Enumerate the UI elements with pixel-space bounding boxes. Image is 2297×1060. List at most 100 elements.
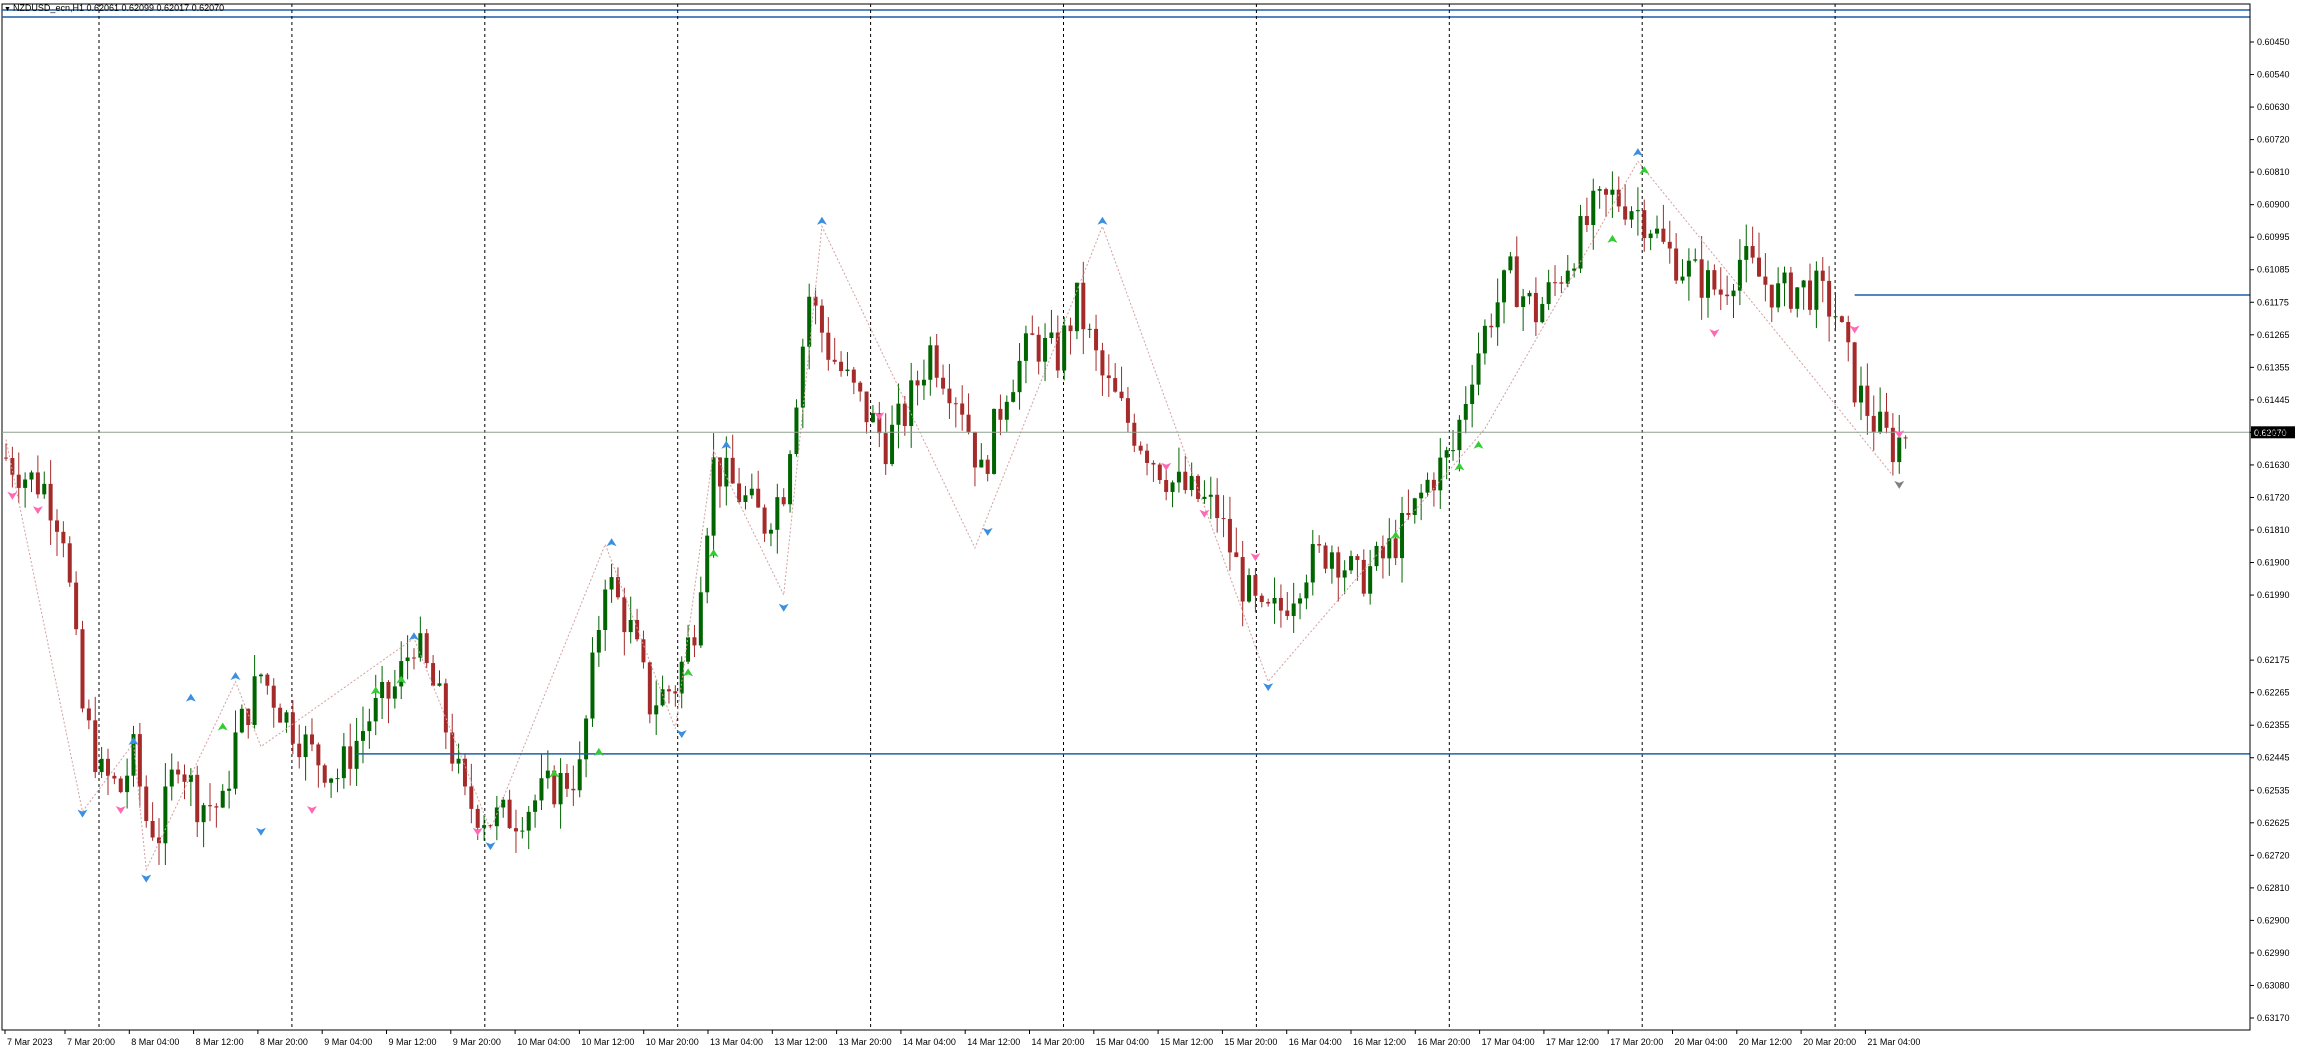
candle-bull <box>1298 598 1303 604</box>
candle-bull <box>405 657 410 662</box>
candle-bear <box>1718 289 1723 295</box>
price-tick-label: 0.62535 <box>2257 785 2290 795</box>
candle-bull <box>1049 332 1054 338</box>
candle-bear <box>118 778 123 793</box>
candle-bear <box>673 691 678 694</box>
price-chart[interactable]: 0.620700.631700.630800.629900.629000.628… <box>0 0 2297 1055</box>
candle-bear <box>717 457 722 487</box>
candle-bear <box>934 345 939 378</box>
dropdown-triangle-icon[interactable]: ▼ <box>4 6 11 13</box>
candle-bull <box>545 770 550 779</box>
price-tick-label: 0.62265 <box>2257 688 2290 698</box>
candle-bull <box>169 769 174 787</box>
candle-bull <box>1176 471 1181 483</box>
candle-bear <box>35 472 40 495</box>
time-tick-label: 8 Mar 12:00 <box>196 1037 244 1047</box>
candle-bear <box>1642 210 1647 239</box>
candle-bull <box>909 380 914 426</box>
candle-bull <box>1502 270 1507 303</box>
candle-bull <box>807 296 812 347</box>
candle-bear <box>1406 512 1411 515</box>
candle-bear <box>1285 610 1290 617</box>
candle-bull <box>1457 419 1462 451</box>
candle-bear <box>851 369 856 383</box>
price-tick-label: 0.62720 <box>2257 850 2290 860</box>
candle-bull <box>654 705 659 715</box>
time-tick-label: 10 Mar 20:00 <box>646 1037 699 1047</box>
price-tick-label: 0.62175 <box>2257 655 2290 665</box>
price-tick-label: 0.63080 <box>2257 980 2290 990</box>
candle-bull <box>539 778 544 801</box>
candle-bear <box>1119 391 1124 399</box>
candle-bear <box>386 682 391 699</box>
candle-bear <box>1890 427 1895 463</box>
time-tick-label: 13 Mar 20:00 <box>839 1037 892 1047</box>
candle-bull <box>437 683 442 686</box>
time-tick-label: 13 Mar 04:00 <box>710 1037 763 1047</box>
candle-bear <box>1215 494 1220 519</box>
candle-bear <box>730 457 735 484</box>
candle-bull <box>1521 296 1526 307</box>
candle-bull <box>1087 328 1092 330</box>
time-tick-label: 9 Mar 04:00 <box>324 1037 372 1047</box>
candle-bull <box>1342 570 1347 578</box>
time-tick-label: 16 Mar 04:00 <box>1289 1037 1342 1047</box>
candle-bull <box>1004 401 1009 420</box>
candle-bull <box>399 661 404 687</box>
candle-bull <box>1686 260 1691 277</box>
candle-bear <box>1839 316 1844 323</box>
candle-bear <box>826 332 831 360</box>
candle-bear <box>1164 480 1169 493</box>
candle-bear <box>1151 462 1156 465</box>
chart-window[interactable]: 0.62070 0.63170 0.63080 0.62990 0.62900 0.628… <box>0 0 2297 1055</box>
candle-bull <box>1693 259 1698 261</box>
candle-bull <box>1591 190 1596 226</box>
candle-bear <box>1380 545 1385 559</box>
candle-bear <box>756 488 761 508</box>
time-tick-label: 9 Mar 12:00 <box>389 1037 437 1047</box>
candle-bull <box>1495 302 1500 328</box>
candle-bull <box>354 740 359 769</box>
candle-bear <box>348 746 353 769</box>
candle-bull <box>1463 403 1468 420</box>
price-tick-label: 0.62810 <box>2257 883 2290 893</box>
candle-bear <box>1125 398 1130 423</box>
candle-bull <box>1897 437 1902 463</box>
candle-bear <box>1106 375 1111 379</box>
price-tick-label: 0.61085 <box>2257 265 2290 275</box>
candle-bull <box>1546 282 1551 304</box>
time-tick-label: 15 Mar 20:00 <box>1224 1037 1277 1047</box>
time-tick-label: 16 Mar 20:00 <box>1417 1037 1470 1047</box>
price-tick-label: 0.62445 <box>2257 753 2290 763</box>
candle-bear <box>1081 282 1086 330</box>
candle-bull <box>743 495 748 502</box>
time-tick-label: 20 Mar 20:00 <box>1803 1037 1856 1047</box>
candle-bull <box>1878 411 1883 432</box>
candle-bear <box>1196 475 1201 499</box>
candle-bear <box>1259 595 1264 602</box>
candle-bear <box>67 543 72 583</box>
candle-bull <box>163 786 168 844</box>
price-tick-label: 0.61900 <box>2257 558 2290 568</box>
candle-bear <box>1094 328 1099 351</box>
candle-bear <box>998 408 1003 420</box>
candle-bear <box>1788 272 1793 309</box>
candle-bear <box>781 497 786 505</box>
price-tick-label: 0.60995 <box>2257 232 2290 242</box>
candle-bull <box>1329 552 1334 569</box>
time-tick-label: 21 Mar 04:00 <box>1867 1037 1920 1047</box>
candle-bear <box>819 305 824 333</box>
time-tick-label: 13 Mar 12:00 <box>774 1037 827 1047</box>
candle-bear <box>1533 292 1538 323</box>
candle-bull <box>870 413 875 423</box>
candle-bear <box>112 775 117 779</box>
candle-bull <box>1833 316 1838 318</box>
candle-bear <box>960 403 965 415</box>
candle-bull <box>1470 384 1475 404</box>
price-tick-label: 0.61810 <box>2257 525 2290 535</box>
candle-bear <box>424 633 429 664</box>
candle-bear <box>265 674 270 686</box>
candle-bear <box>953 403 958 405</box>
candle-bull <box>1731 290 1736 297</box>
candle-bull <box>577 759 582 791</box>
